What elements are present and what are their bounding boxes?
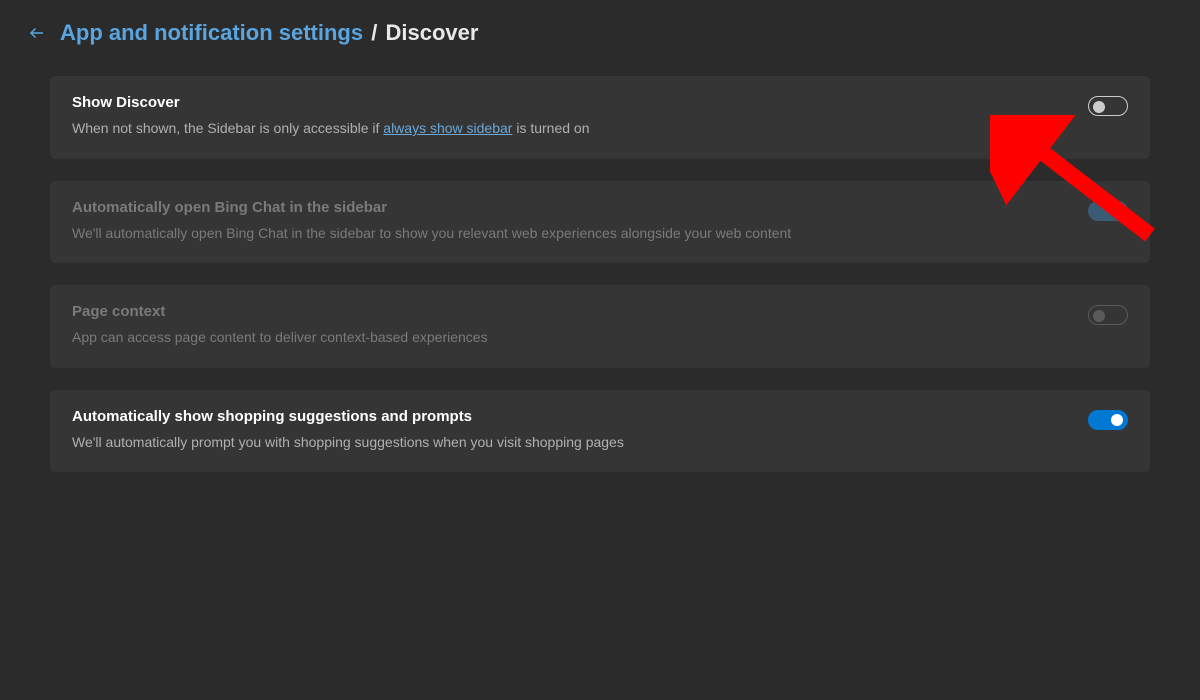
setting-text: Automatically open Bing Chat in the side… [72, 199, 1068, 244]
setting-show-discover: Show Discover When not shown, the Sideba… [50, 76, 1150, 159]
setting-text: Page context App can access page content… [72, 303, 1068, 348]
breadcrumb: App and notification settings / Discover [60, 20, 478, 46]
breadcrumb-separator: / [371, 20, 377, 45]
arrow-left-icon [28, 24, 46, 42]
toggle-knob [1111, 414, 1123, 426]
setting-title: Automatically show shopping suggestions … [72, 408, 1068, 425]
setting-title: Page context [72, 303, 1068, 320]
toggle-knob [1093, 310, 1105, 322]
setting-shopping-suggestions: Automatically show shopping suggestions … [50, 390, 1150, 473]
setting-desc: When not shown, the Sidebar is only acce… [72, 119, 1068, 139]
desc-before: When not shown, the Sidebar is only acce… [72, 120, 383, 136]
setting-desc: App can access page content to deliver c… [72, 328, 1068, 348]
always-show-sidebar-link[interactable]: always show sidebar [383, 120, 512, 136]
setting-bing-chat-sidebar: Automatically open Bing Chat in the side… [50, 181, 1150, 264]
breadcrumb-parent[interactable]: App and notification settings [60, 20, 363, 45]
setting-text: Show Discover When not shown, the Sideba… [72, 94, 1068, 139]
show-discover-toggle[interactable] [1088, 96, 1128, 116]
setting-page-context: Page context App can access page content… [50, 285, 1150, 368]
setting-desc: We'll automatically open Bing Chat in th… [72, 224, 1068, 244]
setting-title: Automatically open Bing Chat in the side… [72, 199, 1068, 216]
page-header: App and notification settings / Discover [0, 0, 1200, 58]
bing-chat-toggle [1088, 201, 1128, 221]
setting-desc: We'll automatically prompt you with shop… [72, 433, 1068, 453]
toggle-knob [1111, 205, 1123, 217]
page-context-toggle [1088, 305, 1128, 325]
back-button[interactable] [28, 24, 46, 42]
breadcrumb-current: Discover [385, 20, 478, 45]
shopping-suggestions-toggle[interactable] [1088, 410, 1128, 430]
setting-text: Automatically show shopping suggestions … [72, 408, 1068, 453]
setting-title: Show Discover [72, 94, 1068, 111]
settings-list: Show Discover When not shown, the Sideba… [0, 58, 1200, 472]
toggle-knob [1093, 101, 1105, 113]
desc-after: is turned on [512, 120, 589, 136]
